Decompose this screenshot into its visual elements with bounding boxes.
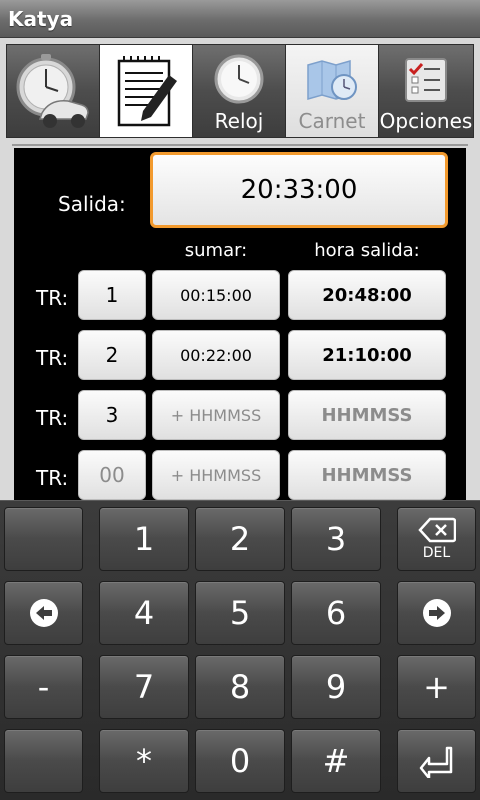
key-plus[interactable]: + [397, 655, 476, 719]
tr-number-field[interactable]: 3 [78, 390, 146, 440]
key-8[interactable]: 8 [195, 655, 285, 719]
tab-bar: Reloj Carnet Opciones [6, 44, 474, 138]
tab-opciones[interactable]: Opciones [379, 45, 473, 137]
key-3[interactable]: 3 [291, 507, 381, 571]
salida-label: Salida: [58, 192, 126, 216]
tab-carnet[interactable]: Carnet [286, 45, 379, 137]
key-9[interactable]: 9 [291, 655, 381, 719]
key-7[interactable]: 7 [99, 655, 189, 719]
key-5[interactable]: 5 [195, 581, 285, 645]
key-star[interactable]: * [99, 729, 189, 793]
clock-icon [214, 54, 264, 104]
divider [12, 144, 468, 146]
sumar-field[interactable]: + HHMMSS [152, 450, 280, 500]
salida-input[interactable]: 20:33:00 [150, 152, 448, 228]
key-1[interactable]: 1 [99, 507, 189, 571]
tr-number-field[interactable]: 00 [78, 450, 146, 500]
tab-opciones-label: Opciones [379, 109, 473, 133]
hora-salida-field[interactable]: HHMMSS [288, 390, 446, 440]
sumar-header: sumar: [184, 240, 248, 261]
app-title: Katya [8, 7, 74, 31]
backspace-icon [417, 517, 456, 543]
map-clock-icon [307, 60, 357, 100]
key-0[interactable]: 0 [195, 729, 285, 793]
del-label: DEL [422, 545, 451, 561]
key-6[interactable]: 6 [291, 581, 381, 645]
tr-number-field[interactable]: 1 [78, 270, 146, 320]
tab-reloj-label: Reloj [214, 109, 264, 133]
tr-label: TR: [36, 346, 69, 370]
key-hash[interactable]: # [291, 729, 381, 793]
tr-number-field[interactable]: 2 [78, 330, 146, 380]
content-area: Reloj Carnet Opciones Salida: 20:33:00 s… [0, 38, 480, 500]
tab-reloj[interactable]: Reloj [193, 45, 286, 137]
tr-label: TR: [36, 406, 69, 430]
arrow-right-icon [422, 599, 451, 627]
key-blank-2[interactable] [4, 729, 83, 793]
carnet-panel: Salida: 20:33:00 sumar: hora salida: TR:… [14, 148, 466, 500]
tab-notepad[interactable] [100, 45, 193, 137]
tab-stopwatch[interactable] [7, 45, 100, 137]
stopwatch-car-icon [16, 54, 89, 128]
hora-salida-field[interactable]: 21:10:00 [288, 330, 446, 380]
enter-icon [419, 746, 452, 778]
tr-label: TR: [36, 466, 69, 490]
hora-salida-field[interactable]: HHMMSS [288, 450, 446, 500]
right-arrow-key[interactable] [397, 581, 476, 645]
tr-label: TR: [36, 286, 69, 310]
title-bar: Katya [0, 0, 480, 38]
key-minus[interactable]: - [4, 655, 83, 719]
checklist-icon [405, 58, 447, 102]
sumar-field[interactable]: 00:22:00 [152, 330, 280, 380]
key-blank[interactable] [4, 507, 83, 571]
hora-salida-header: hora salida: [314, 240, 420, 261]
hora-salida-field[interactable]: 20:48:00 [288, 270, 446, 320]
delete-key[interactable]: DEL [397, 507, 476, 571]
sumar-field[interactable]: 00:15:00 [152, 270, 280, 320]
arrow-left-icon [29, 599, 58, 627]
notepad-pen-icon [117, 56, 177, 127]
left-arrow-key[interactable] [4, 581, 83, 645]
sumar-field[interactable]: + HHMMSS [152, 390, 280, 440]
numeric-keyboard: 1 2 3 DEL 4 5 6 - 7 8 9 + * 0 # [0, 500, 480, 800]
tab-carnet-label: Carnet [298, 109, 366, 133]
key-2[interactable]: 2 [195, 507, 285, 571]
key-4[interactable]: 4 [99, 581, 189, 645]
enter-key[interactable] [397, 729, 476, 793]
